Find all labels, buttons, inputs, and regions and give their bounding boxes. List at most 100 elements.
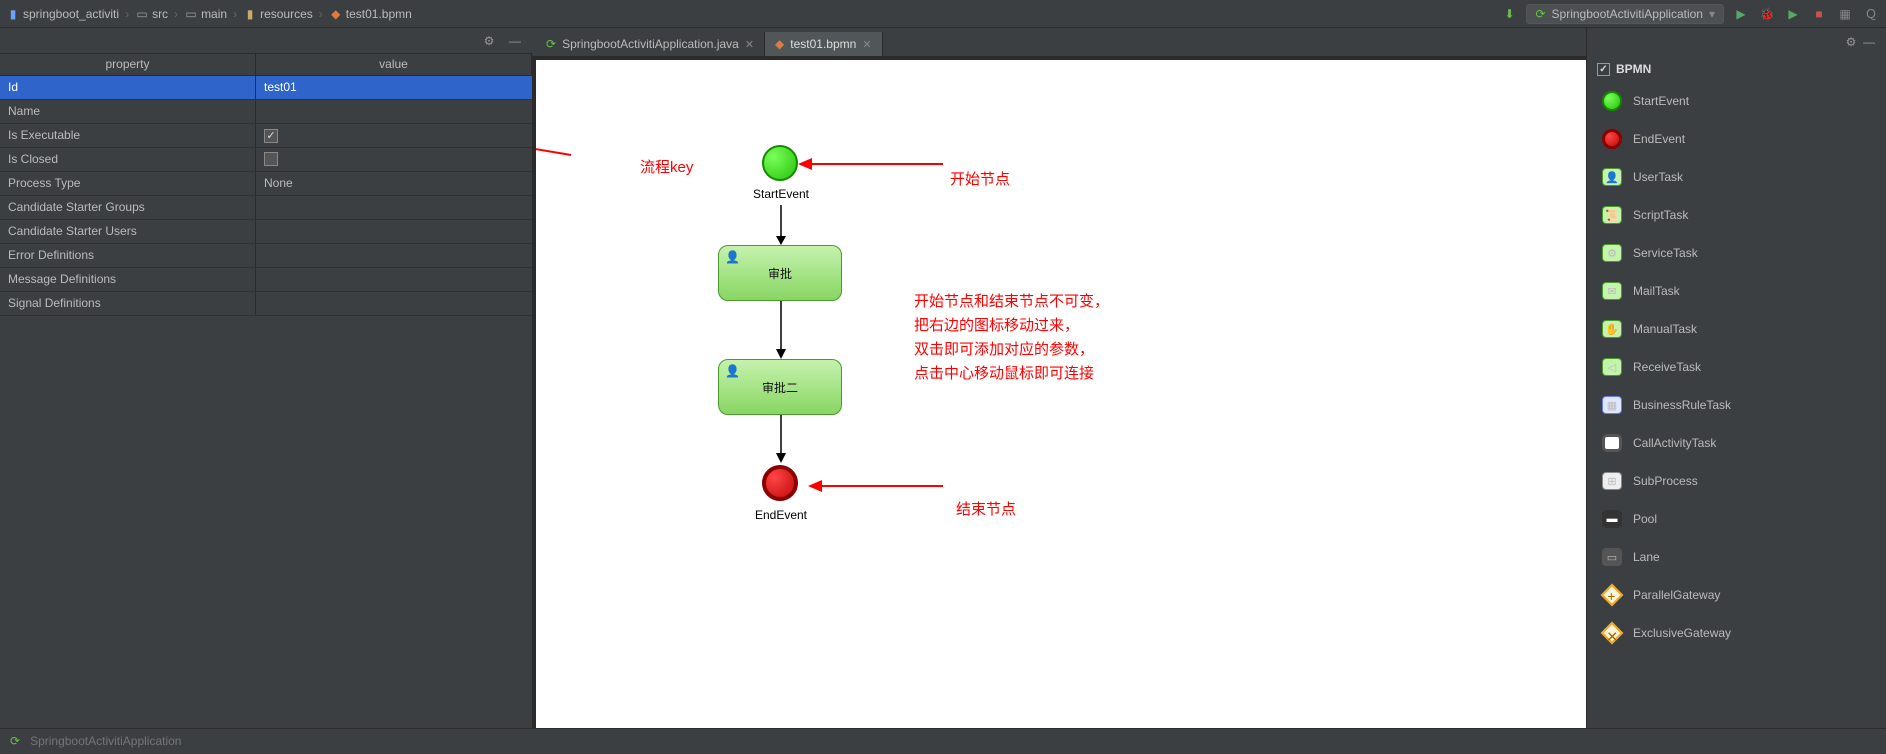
- palette-item-label: EndEvent: [1633, 132, 1685, 146]
- property-name: Name: [0, 100, 256, 123]
- breadcrumb-resources[interactable]: ▮ resources: [243, 7, 313, 21]
- property-value[interactable]: test01: [256, 76, 532, 99]
- search-button[interactable]: Ｑ: [1862, 5, 1880, 23]
- property-header-property: property: [0, 54, 256, 75]
- run-button[interactable]: ▶: [1732, 5, 1750, 23]
- palette-item-receivetask[interactable]: ◁ReceiveTask: [1587, 348, 1886, 386]
- anno-line: 把右边的图标移动过来，: [914, 314, 1109, 338]
- property-row[interactable]: Is Closed: [0, 148, 532, 172]
- palette-header[interactable]: ✓ BPMN: [1587, 56, 1886, 82]
- palette-item-parallelgateway[interactable]: +ParallelGateway: [1587, 576, 1886, 614]
- spring-icon: ⟳: [10, 734, 20, 748]
- palette-item-callactivitytask[interactable]: CallActivityTask: [1587, 424, 1886, 462]
- coverage-button[interactable]: ▶: [1784, 5, 1802, 23]
- palette-item-label: ExclusiveGateway: [1633, 626, 1731, 640]
- property-row[interactable]: Signal Definitions: [0, 292, 532, 316]
- palette-item-manualtask[interactable]: ✋ManualTask: [1587, 310, 1886, 348]
- property-row[interactable]: Candidate Starter Users: [0, 220, 532, 244]
- palette-item-usertask[interactable]: 👤UserTask: [1587, 158, 1886, 196]
- run-configuration-select[interactable]: ⟳ SpringbootActivitiApplication ▾: [1526, 4, 1724, 24]
- sequence-flow[interactable]: [780, 415, 782, 463]
- stop-button[interactable]: ■: [1810, 5, 1828, 23]
- mail-icon: ✉: [1601, 280, 1623, 302]
- property-row[interactable]: Process TypeNone: [0, 172, 532, 196]
- property-value[interactable]: [256, 268, 532, 291]
- palette-item-endevent[interactable]: EndEvent: [1587, 120, 1886, 158]
- breadcrumb-project[interactable]: ▮ springboot_activiti: [6, 7, 119, 21]
- property-name: Error Definitions: [0, 244, 256, 267]
- minimize-panel-icon[interactable]: —: [506, 32, 524, 50]
- anno-line: 点击中心移动鼠标即可连接: [914, 362, 1109, 386]
- gear-icon[interactable]: ⚙: [1842, 33, 1860, 51]
- property-value[interactable]: [256, 244, 532, 267]
- tab-label: SpringbootActivitiApplication.java: [562, 37, 739, 51]
- palette-item-businessruletask[interactable]: ▦BusinessRuleTask: [1587, 386, 1886, 424]
- breadcrumb-sep: ›: [174, 7, 178, 21]
- palette-item-servicetask[interactable]: ⚙ServiceTask: [1587, 234, 1886, 272]
- property-value[interactable]: [256, 196, 532, 219]
- debug-button[interactable]: 🐞: [1758, 5, 1776, 23]
- close-icon[interactable]: ✕: [745, 38, 754, 51]
- checkbox-icon[interactable]: [264, 129, 278, 143]
- anno-line: 开始节点和结束节点不可变，: [914, 290, 1109, 314]
- palette-item-pool[interactable]: ▬ Pool: [1587, 500, 1886, 538]
- task-label: 审批二: [762, 379, 798, 396]
- checkbox-icon[interactable]: [264, 152, 278, 166]
- gear-icon[interactable]: ⚙: [480, 32, 498, 50]
- breadcrumb-file[interactable]: ◆ test01.bpmn: [329, 7, 412, 21]
- palette-item-label: Pool: [1633, 512, 1657, 526]
- annotation-end-node: 结束节点: [956, 498, 1016, 519]
- bpmn-user-task-2[interactable]: 👤 审批二: [718, 359, 842, 415]
- property-row[interactable]: Idtest01: [0, 76, 532, 100]
- minimize-panel-icon[interactable]: —: [1860, 33, 1878, 51]
- property-value[interactable]: [256, 148, 532, 171]
- bpmn-end-event[interactable]: [762, 465, 798, 501]
- breadcrumb-src[interactable]: ▭ src: [135, 7, 168, 21]
- property-panel-toolbar: ⚙ —: [0, 28, 532, 54]
- breadcrumb-sep: ›: [233, 7, 237, 21]
- editor-tab-bar: ⟳ SpringbootActivitiApplication.java ✕ ◆…: [532, 28, 1586, 56]
- build-icon[interactable]: ⬇: [1500, 5, 1518, 23]
- bpmn-canvas[interactable]: StartEvent 👤 审批 👤 审批二: [536, 60, 1586, 728]
- property-value[interactable]: [256, 100, 532, 123]
- checkbox-icon[interactable]: ✓: [1597, 63, 1610, 76]
- exclusive-icon: ✕: [1601, 622, 1623, 644]
- sequence-flow[interactable]: [780, 205, 782, 245]
- property-row[interactable]: Candidate Starter Groups: [0, 196, 532, 220]
- bpmn-start-event[interactable]: [762, 145, 798, 181]
- layout-button[interactable]: ▦: [1836, 5, 1854, 23]
- close-icon[interactable]: ✕: [862, 38, 871, 51]
- receive-icon: ◁: [1601, 356, 1623, 378]
- pool-icon: ▬: [1601, 508, 1623, 530]
- property-row[interactable]: Error Definitions: [0, 244, 532, 268]
- property-value[interactable]: [256, 124, 532, 147]
- tab-bpmn-file[interactable]: ◆ test01.bpmn ✕: [765, 32, 883, 56]
- palette-item-label: ServiceTask: [1633, 246, 1698, 260]
- property-table: property value Idtest01NameIs Executable…: [0, 54, 532, 316]
- sequence-flow[interactable]: [780, 301, 782, 359]
- main-area: ⚙ — property value Idtest01NameIs Execut…: [0, 28, 1886, 728]
- palette-item-mailtask[interactable]: ✉MailTask: [1587, 272, 1886, 310]
- property-panel: ⚙ — property value Idtest01NameIs Execut…: [0, 28, 532, 728]
- palette-item-startevent[interactable]: StartEvent: [1587, 82, 1886, 120]
- folder-icon: ▭: [135, 7, 149, 21]
- property-row[interactable]: Is Executable: [0, 124, 532, 148]
- palette-item-scripttask[interactable]: 📜ScriptTask: [1587, 196, 1886, 234]
- property-row[interactable]: Name: [0, 100, 532, 124]
- tab-label: test01.bpmn: [790, 37, 856, 51]
- property-value[interactable]: [256, 292, 532, 315]
- palette-item-lane[interactable]: ▭Lane: [1587, 538, 1886, 576]
- tab-java-file[interactable]: ⟳ SpringbootActivitiApplication.java ✕: [536, 32, 765, 56]
- bpmn-file-icon: ◆: [775, 37, 784, 51]
- breadcrumb-main[interactable]: ▭ main: [184, 7, 227, 21]
- bpmn-file-icon: ◆: [329, 7, 343, 21]
- circle-green-icon: [1601, 90, 1623, 112]
- palette-item-subprocess[interactable]: ⊞SubProcess: [1587, 462, 1886, 500]
- property-value[interactable]: None: [256, 172, 532, 195]
- property-row[interactable]: Message Definitions: [0, 268, 532, 292]
- palette-item-exclusivegateway[interactable]: ✕ ExclusiveGateway: [1587, 614, 1886, 652]
- bottom-run-app[interactable]: SpringbootActivitiApplication: [30, 734, 181, 748]
- bpmn-user-task-1[interactable]: 👤 审批: [718, 245, 842, 301]
- property-name: Message Definitions: [0, 268, 256, 291]
- property-value[interactable]: [256, 220, 532, 243]
